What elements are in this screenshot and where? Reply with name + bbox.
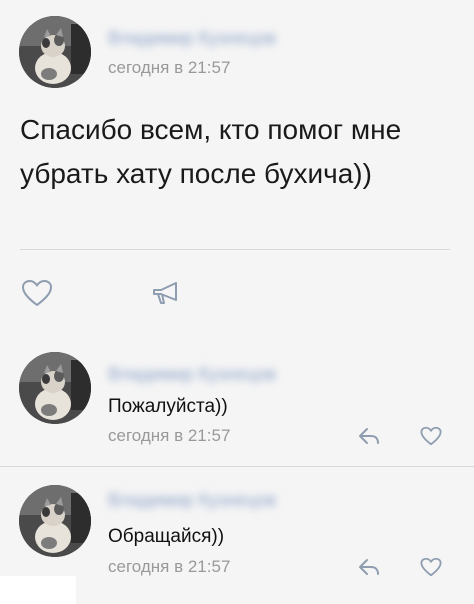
post-like-button[interactable] <box>20 278 54 308</box>
comment-timestamp: сегодня в 21:57 <box>108 426 231 445</box>
comment-author-name[interactable]: Владимир Кузнецов <box>108 364 328 384</box>
post-author-avatar[interactable] <box>19 16 91 88</box>
megaphone-icon <box>153 282 177 304</box>
cat-avatar-image <box>19 16 91 88</box>
comment-reply-button[interactable] <box>355 424 383 448</box>
comment-like-button[interactable] <box>418 555 444 579</box>
reply-icon <box>359 428 379 444</box>
comment-author-name[interactable]: Владимир Кузнецов <box>108 490 328 510</box>
post-author-name[interactable]: Владимир Кузнецов <box>108 28 328 48</box>
bottom-edge-patch <box>0 576 76 604</box>
comment-timestamp: сегодня в 21:57 <box>108 557 231 576</box>
heart-icon <box>22 280 52 306</box>
post-text: Спасибо всем, кто помог мне убрать хату … <box>20 114 402 189</box>
heart-icon <box>420 426 442 446</box>
comment-author-avatar[interactable] <box>19 352 91 424</box>
post-timestamp: сегодня в 21:57 <box>108 58 231 77</box>
comment-text: Пожалуйста)) <box>108 396 228 417</box>
cat-avatar-image <box>19 485 91 557</box>
comment-like-button[interactable] <box>418 424 444 448</box>
comment-divider <box>0 466 474 467</box>
heart-icon <box>420 557 442 577</box>
cat-avatar-image <box>19 352 91 424</box>
reply-icon <box>359 559 379 575</box>
post-share-button[interactable] <box>148 278 182 308</box>
post-divider <box>20 249 450 250</box>
comment-author-avatar[interactable] <box>19 485 91 557</box>
comment-text: Обращайся)) <box>108 526 225 547</box>
comment-reply-button[interactable] <box>355 555 383 579</box>
